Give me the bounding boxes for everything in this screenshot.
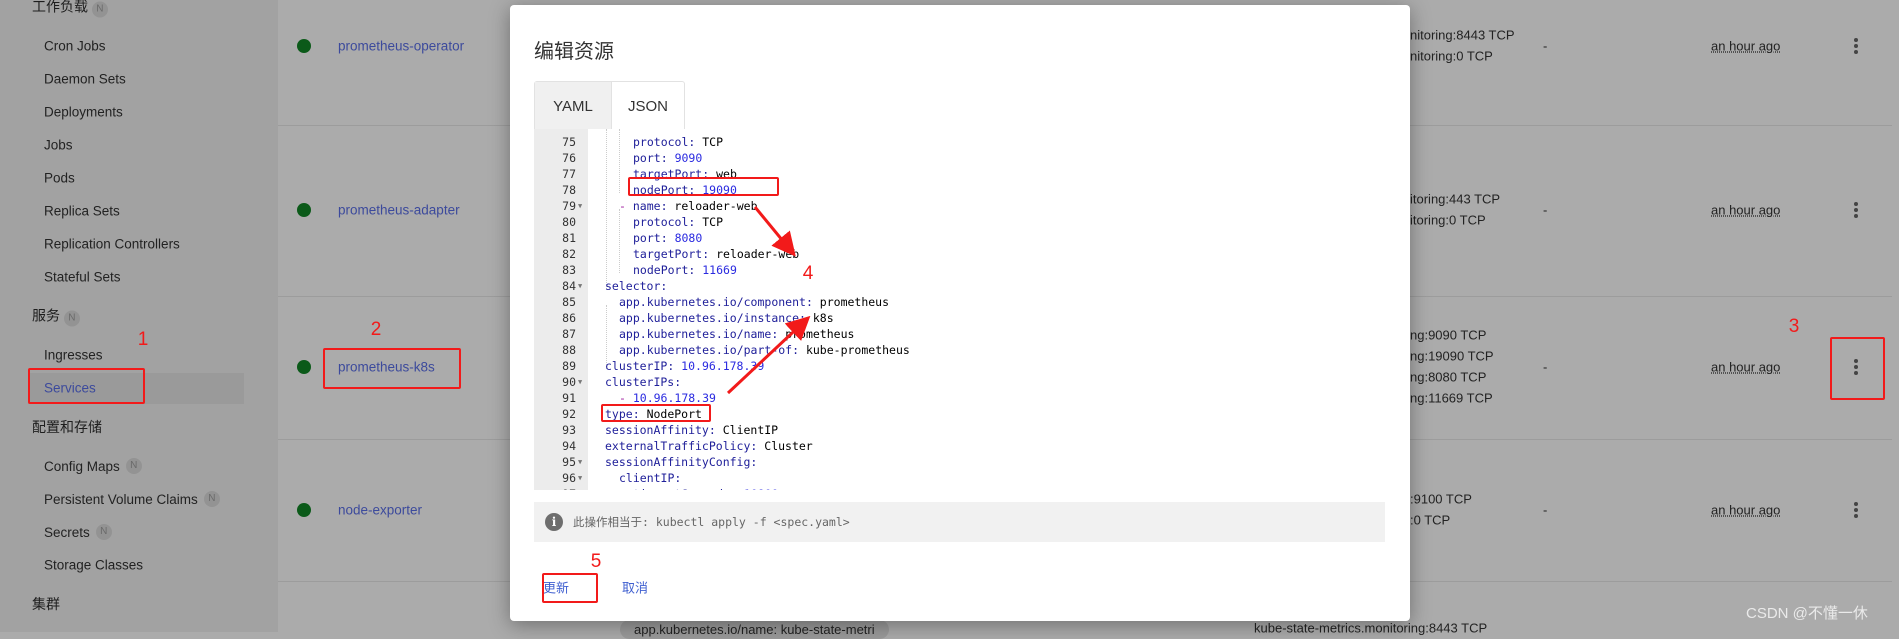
arrow-up <box>726 315 811 395</box>
arrow-down <box>753 206 796 257</box>
watermark: CSDN @不懂一休 <box>1746 605 1868 622</box>
annotation-arrows <box>726 206 811 395</box>
